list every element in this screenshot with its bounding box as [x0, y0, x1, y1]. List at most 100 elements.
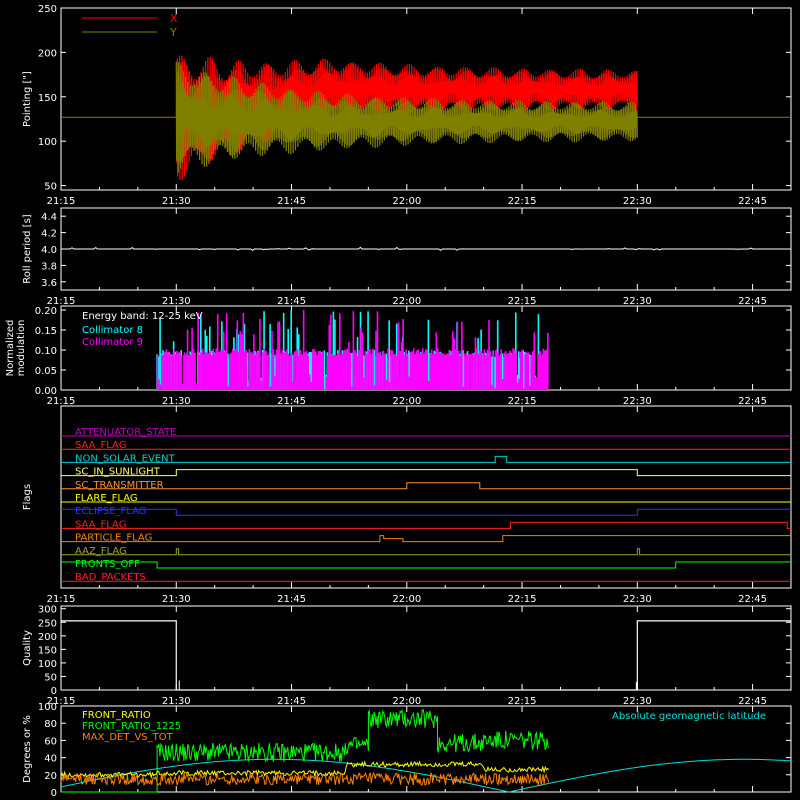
flag-line — [61, 561, 791, 569]
roll_period-ytick-label: 4.0 — [41, 245, 57, 256]
quality-ytick-label: 100 — [38, 659, 57, 670]
flag-label: ATTENUATOR_STATE — [75, 427, 176, 438]
roll_period-ytick-label: 4.2 — [41, 229, 57, 240]
modulation-xtick-label: 22:00 — [392, 396, 421, 407]
flags-ylabel: Flags — [22, 484, 33, 510]
roll_period-xtick-label: 22:45 — [738, 296, 767, 307]
modulation-ytick-label: 0.20 — [35, 306, 57, 317]
flag-label: SC_IN_SUNLIGHT — [75, 467, 161, 478]
pointing-xtick-label: 22:00 — [392, 196, 421, 207]
modulation-ylabel-line1: Normalized — [5, 320, 16, 377]
quality-xtick-label: 22:15 — [508, 696, 537, 707]
quality-xtick-label: 22:00 — [392, 696, 421, 707]
pointing-xtick-label: 21:30 — [162, 196, 191, 207]
modulation-legend-label: Collimator 8 — [82, 325, 143, 336]
ratios-ytick-label: 60 — [44, 736, 57, 747]
roll_period-ytick-label: 3.6 — [41, 278, 57, 289]
modulation-energy-band: Energy band: 12-25 keV — [82, 311, 203, 322]
modulation-xtick-label: 21:45 — [277, 396, 306, 407]
modulation-xtick-label: 21:15 — [47, 396, 76, 407]
roll_period-ytick-label: 3.8 — [41, 261, 57, 272]
ratios-ytick-label: 20 — [44, 771, 57, 782]
roll_period-xtick-label: 22:30 — [623, 296, 652, 307]
quality-panel: Quality05010015020025030021:15 21:30 21:45… — [22, 605, 792, 707]
flags-xtick-label: 21:45 — [277, 594, 306, 605]
ratio-series-max-det — [60, 771, 550, 787]
ratios-ytick-label: 100 — [38, 702, 57, 713]
quality-ytick-label: 250 — [38, 618, 57, 629]
pointing-legend-label: X — [170, 12, 178, 25]
modulation-ytick-label: 0.05 — [35, 366, 57, 377]
flags-xtick-label: 22:00 — [392, 594, 421, 605]
flag-line — [61, 482, 791, 490]
flags-xtick-label: 22:30 — [623, 594, 652, 605]
roll_period-xtick-label: 22:00 — [392, 296, 421, 307]
ratio-legend-label: MAX_DET_VS_TOT — [82, 732, 174, 743]
quality-xtick-label: 22:45 — [738, 696, 767, 707]
flags-panel: Flags 21:15 21:30 21:45 22:00 22:15 22:30 22:45… — [22, 405, 792, 605]
modulation-xtick-label: 22:45 — [738, 396, 767, 407]
quality-series — [61, 620, 791, 691]
quality-ytick-label: 150 — [38, 645, 57, 656]
flag-label: SAA_FLAG — [75, 519, 126, 530]
flag-line — [61, 508, 791, 516]
flags-xtick-label: 21:15 — [47, 594, 76, 605]
roll_period-ylabel: Roll period [s] — [22, 214, 33, 283]
quality-ytick-label: 200 — [38, 632, 57, 643]
quality-xtick-label: 21:30 — [162, 696, 191, 707]
flag-line — [61, 469, 791, 477]
pointing-xtick-label: 22:15 — [508, 196, 537, 207]
pointing-panel: Pointing ["] 50 100 150 200 250 21:15 21:30 21:4… — [22, 4, 792, 207]
pointing-xtick-label: 22:45 — [738, 196, 767, 207]
quality-ytick-label: 300 — [38, 605, 57, 616]
quality-ylabel: Quality — [22, 630, 33, 666]
pointing-xtick-label: 21:15 — [47, 196, 76, 207]
pointing-xtick-label: 22:30 — [623, 196, 652, 207]
pointing-ytick-label: 250 — [38, 4, 57, 15]
flag-label: PARTICLE_FLAG — [75, 533, 152, 544]
pointing-ytick-label: 200 — [38, 48, 57, 59]
pointing-ytick-label: 100 — [38, 137, 57, 148]
flag-label: BAD_PACKETS — [75, 572, 146, 583]
pointing-legend-label: Y — [169, 26, 177, 39]
pointing-xtick-label: 21:45 — [277, 196, 306, 207]
roll_period-xtick-label: 21:30 — [162, 296, 191, 307]
modulation-panel: Normalized modulation0.000.050.100.150.20… — [5, 305, 792, 407]
modulation-ytick-label: 0.10 — [35, 346, 57, 357]
ratios-ytick-label: 0 — [51, 788, 57, 799]
quality-xtick-label: 21:45 — [277, 696, 306, 707]
ratios-ylabel: Degrees or % — [22, 715, 33, 783]
flag-label: ECLIPSE_FLAG — [75, 506, 146, 517]
pointing-ytick-label: 50 — [44, 182, 57, 193]
modulation-xtick-label: 21:30 — [162, 396, 191, 407]
flag-label: NON_SOLAR_EVENT — [75, 453, 176, 464]
flag-label: FLARE_FLAG — [75, 493, 138, 504]
roll_period-ytick-label: 4.4 — [41, 212, 57, 223]
roll_period-xtick-label: 21:45 — [277, 296, 306, 307]
flags-xtick-label: 21:30 — [162, 594, 191, 605]
roll_period-panel: Roll period [s] 3.63.84.04.24.421:15 21:30… — [22, 207, 792, 307]
flags-xtick-label: 22:15 — [508, 594, 537, 605]
modulation-ytick-label: 0.15 — [35, 326, 57, 337]
ratios-ytick-label: 40 — [44, 754, 57, 765]
quality-frame — [60, 605, 792, 691]
flag-line — [61, 548, 791, 556]
modulation-legend-label: Collimator 9 — [82, 337, 143, 348]
roll_period-xtick-label: 22:15 — [508, 296, 537, 307]
ratios-ytick-label: 80 — [44, 719, 57, 730]
observing-summary-chart: Pointing ["]5010015020025021:15 21:30 21:4… — [5, 4, 792, 799]
flags-xtick-label: 22:45 — [738, 594, 767, 605]
flag-label: FRONTS_OFF — [75, 559, 140, 570]
flag-line — [61, 521, 791, 529]
ratio-legend-label: FRONT_RATIO — [82, 710, 151, 721]
quality-ytick-label: 50 — [44, 672, 57, 683]
quality-xtick-label: 22:30 — [623, 696, 652, 707]
hessi-observing-summary: Pointing ["] 50 100 150 200 250 21:15 21:30 21:4… — [0, 0, 800, 800]
ratio-legend-latitude: Absolute geomagnetic latitude — [612, 711, 766, 722]
pointing-ylabel: Pointing ["] — [22, 71, 33, 127]
ratio-legend-label: FRONT_RATIO_1225 — [82, 721, 181, 732]
modulation-xtick-label: 22:30 — [623, 396, 652, 407]
pointing-ytick-label: 150 — [38, 93, 57, 104]
flag-label: AAZ_FLAG — [75, 546, 127, 557]
modulation-ylabel-line2: modulation — [16, 320, 27, 377]
